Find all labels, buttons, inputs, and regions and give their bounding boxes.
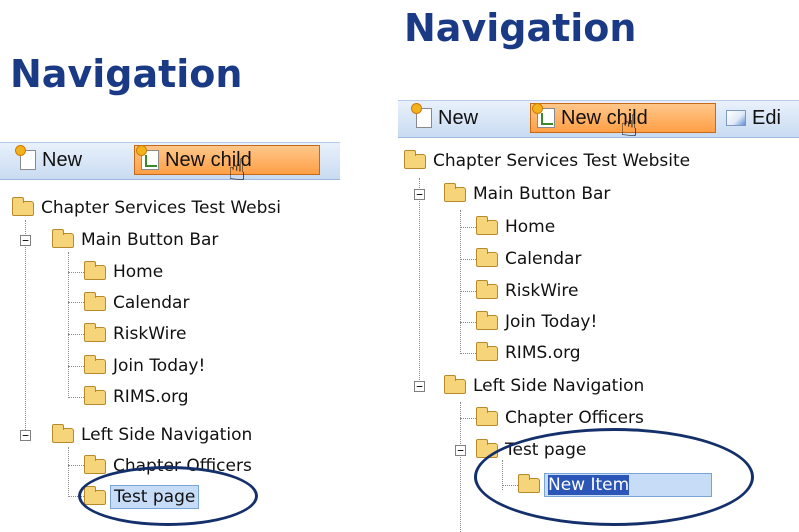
tree-label: Chapter Services Test Websi xyxy=(41,198,281,218)
folder-icon xyxy=(12,196,34,216)
tree-label: Left Side Navigation xyxy=(473,376,645,396)
tree-label: Left Side Navigation xyxy=(81,425,253,445)
folder-icon xyxy=(444,374,466,394)
tree-node-left-side-navigation[interactable]: Left Side Navigation xyxy=(444,373,647,399)
tree-label: Join Today! xyxy=(113,356,206,376)
folder-icon xyxy=(84,454,106,474)
tree-label: Home xyxy=(505,217,556,237)
tree-node-riskwire[interactable]: RiskWire xyxy=(84,321,189,347)
tree-label: Calendar xyxy=(505,249,582,269)
tree-label: Chapter Officers xyxy=(505,408,644,428)
highlight-ellipse xyxy=(474,428,754,526)
tree-label: RIMS.org xyxy=(113,387,189,407)
tree-node-join-today[interactable]: Join Today! xyxy=(84,353,208,379)
highlight-ellipse xyxy=(78,466,258,526)
tree-node-home[interactable]: Home xyxy=(84,259,166,285)
tree-label: RIMS.org xyxy=(505,343,581,363)
folder-icon xyxy=(52,423,74,443)
left-tree: Chapter Services Test Websi − Main Butto… xyxy=(0,0,340,532)
expand-collapse-icon[interactable]: − xyxy=(20,235,31,246)
expand-collapse-icon[interactable]: − xyxy=(414,381,425,392)
folder-icon xyxy=(476,310,498,330)
folder-icon xyxy=(52,228,74,248)
tree-node-home[interactable]: Home xyxy=(476,214,558,240)
tree-node-calendar[interactable]: Calendar xyxy=(84,290,192,316)
tree-node-main-button-bar[interactable]: Main Button Bar xyxy=(52,227,221,253)
tree-label: RiskWire xyxy=(505,281,579,301)
tree-label: Main Button Bar xyxy=(473,184,611,204)
folder-icon xyxy=(476,215,498,235)
folder-icon xyxy=(84,385,106,405)
expand-collapse-icon[interactable]: − xyxy=(455,445,466,456)
right-panel: Navigation New New child Edi ☝ Chapter S… xyxy=(398,0,799,532)
tree-label: Join Today! xyxy=(505,312,598,332)
folder-icon xyxy=(84,291,106,311)
folder-icon xyxy=(444,182,466,202)
expand-collapse-icon[interactable]: − xyxy=(414,189,425,200)
folder-icon xyxy=(476,341,498,361)
left-panel: Navigation New New child ☝ Chapter Servi… xyxy=(0,0,340,532)
folder-icon xyxy=(476,406,498,426)
tree-label: Main Button Bar xyxy=(81,230,219,250)
folder-icon xyxy=(84,322,106,342)
expand-collapse-icon[interactable]: − xyxy=(20,430,31,441)
folder-icon xyxy=(476,279,498,299)
tree-node-riskwire[interactable]: RiskWire xyxy=(476,278,581,304)
tree-label: Chapter Services Test Website xyxy=(433,151,691,171)
folder-icon xyxy=(476,247,498,267)
tree-node-calendar[interactable]: Calendar xyxy=(476,246,584,272)
tree-node-rims[interactable]: RIMS.org xyxy=(84,384,192,410)
tree-node-join-today[interactable]: Join Today! xyxy=(476,309,600,335)
tree-node-main-button-bar[interactable]: Main Button Bar xyxy=(444,181,613,207)
folder-icon xyxy=(84,354,106,374)
tree-node-root[interactable]: Chapter Services Test Website xyxy=(404,148,693,174)
tree-node-rims[interactable]: RIMS.org xyxy=(476,340,584,366)
tree-label: RiskWire xyxy=(113,324,187,344)
tree-node-left-side-navigation[interactable]: Left Side Navigation xyxy=(52,422,255,448)
tree-node-root[interactable]: Chapter Services Test Websi xyxy=(12,195,284,221)
tree-label: Calendar xyxy=(113,293,190,313)
tree-label: Home xyxy=(113,262,164,282)
folder-icon xyxy=(84,260,106,280)
folder-icon xyxy=(404,149,426,169)
